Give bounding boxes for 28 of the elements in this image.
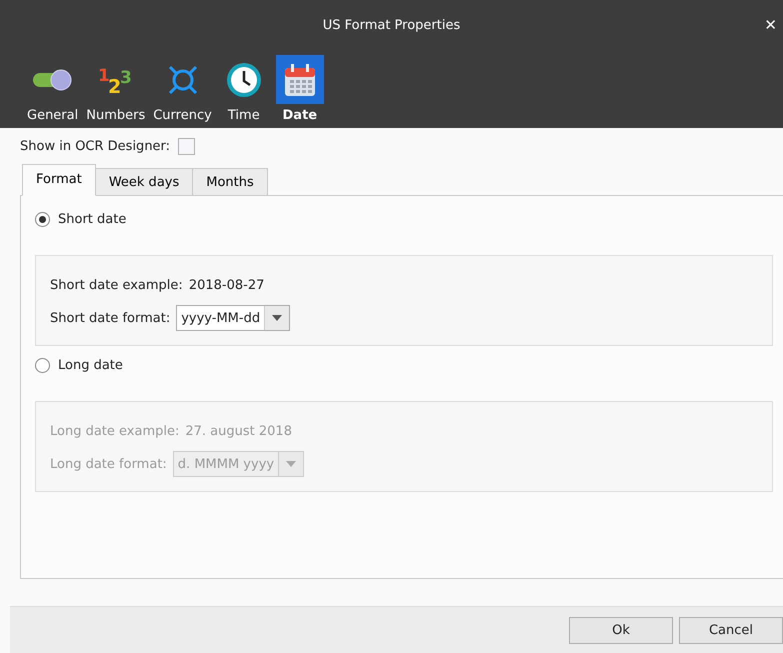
dialog-button[interactable]: Cancel — [679, 616, 783, 644]
example-value: 2018-08-27 — [188, 278, 264, 293]
close-button[interactable]: ✕ — [764, 16, 777, 34]
toggle-icon — [32, 68, 74, 92]
tab[interactable]: Months — [192, 168, 268, 196]
format-dropdown[interactable]: yyyy-MM-dd — [176, 305, 290, 331]
clock-icon — [226, 62, 262, 98]
dialog-button[interactable]: Ok — [569, 616, 673, 644]
window-title: US Format Properties — [322, 18, 460, 32]
caret-icon — [286, 461, 296, 467]
example-value: 27. august 2018 — [185, 424, 292, 439]
example-label: Long date example: — [50, 424, 180, 439]
category-tab[interactable]: Currency — [152, 55, 213, 128]
tab[interactable]: Format — [22, 164, 96, 196]
calendar-icon — [282, 62, 317, 98]
ocr-checkbox[interactable] — [178, 138, 196, 155]
checkbox-label: Show in OCR Designer: — [20, 139, 170, 154]
category-tab[interactable]: General — [26, 55, 80, 128]
radio-button[interactable] — [35, 212, 50, 227]
example-label: Short date example: — [50, 278, 183, 293]
radio-label: Long date — [58, 358, 123, 373]
radio-button[interactable] — [35, 358, 50, 373]
format-label: Long date format: — [50, 456, 167, 472]
category-tab[interactable]: Time — [218, 55, 269, 128]
tab[interactable]: Week days — [94, 168, 194, 196]
caret-icon — [272, 315, 282, 321]
format-label: Short date format: — [50, 310, 170, 326]
radio-label: Short date — [58, 212, 126, 227]
